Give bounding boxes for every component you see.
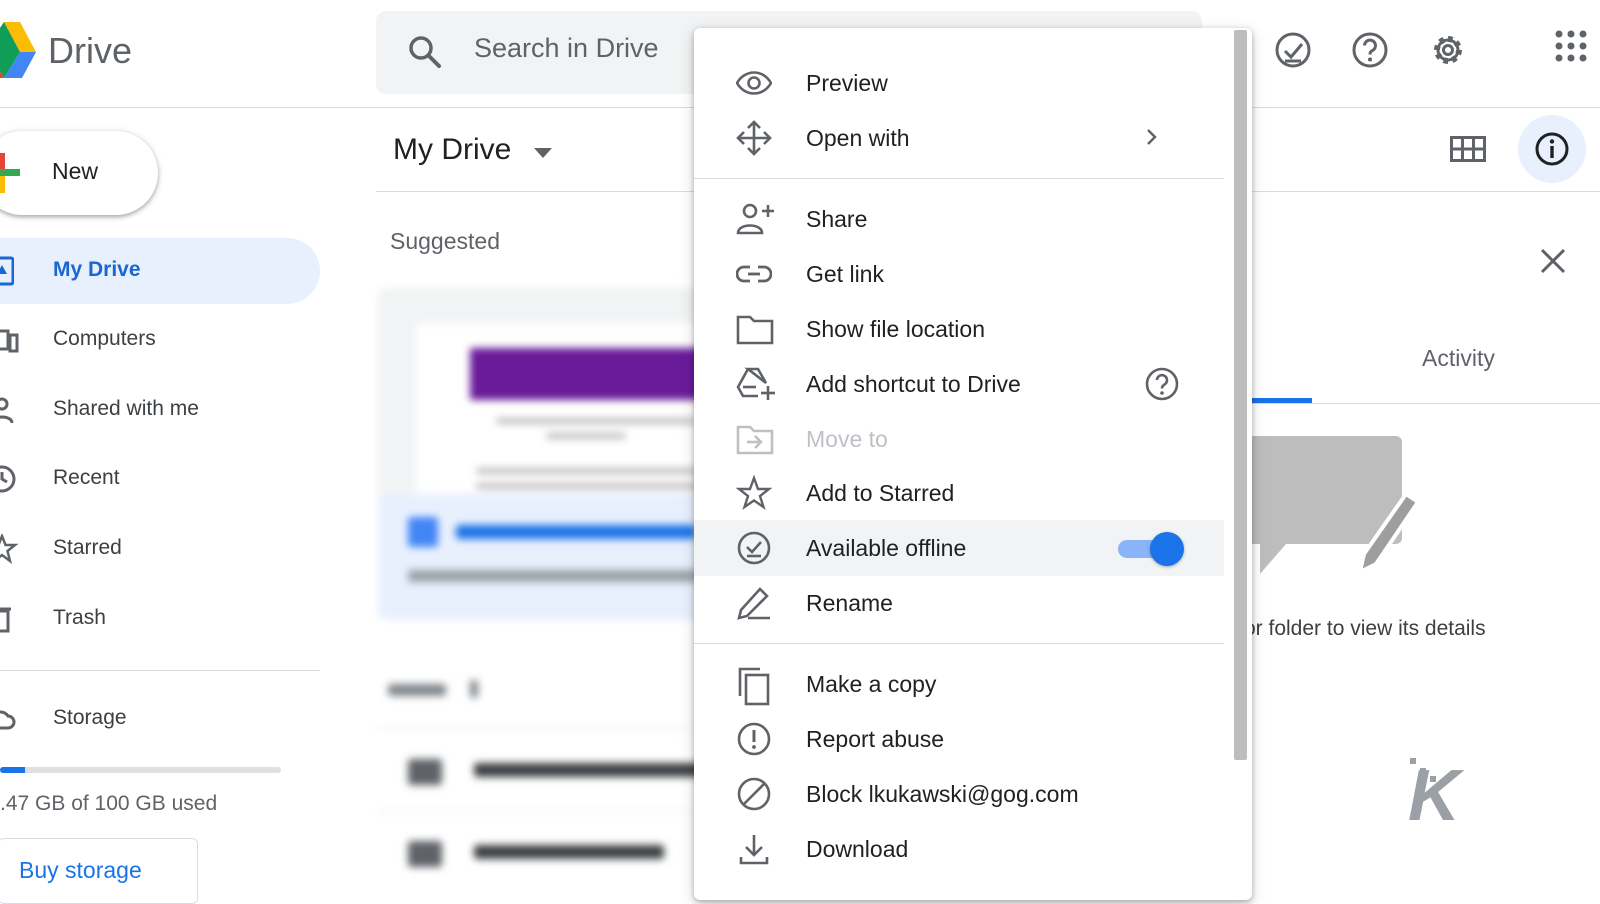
move-to-folder-icon [736, 421, 774, 457]
link-icon [736, 256, 772, 292]
file-thumbnail [416, 323, 708, 493]
chevron-down-icon[interactable] [534, 148, 552, 158]
sidebar-item-storage[interactable]: Storage [0, 686, 320, 752]
tabs-divider [1240, 403, 1600, 404]
person-add-icon [736, 201, 776, 237]
menu-item-make-a-copy[interactable]: Make a copy [694, 656, 1224, 712]
list-item[interactable] [378, 728, 708, 810]
block-icon [736, 776, 772, 812]
folder-icon [408, 841, 442, 867]
alert-icon [736, 721, 772, 757]
menu-item-block-user[interactable]: Block lkukawski@gog.com [694, 766, 1224, 822]
drive-logo-icon[interactable] [0, 22, 36, 78]
trash-icon [0, 604, 20, 634]
menu-item-available-offline[interactable]: Available offline [694, 520, 1224, 576]
sidebar-item-computers[interactable]: Computers [0, 307, 320, 373]
help-icon[interactable] [1144, 366, 1180, 402]
app-title[interactable]: Drive [48, 30, 132, 72]
storage-progress-bar [0, 767, 281, 773]
list-item[interactable] [378, 810, 708, 892]
settings-icon[interactable] [1428, 30, 1468, 70]
copy-icon [736, 666, 772, 706]
star-icon [736, 475, 772, 511]
new-button[interactable]: New [0, 131, 158, 215]
storage-progress-fill [0, 767, 25, 773]
toggle-knob [1150, 532, 1184, 566]
details-button[interactable] [1518, 115, 1586, 183]
sidebar-item-label: Shared with me [53, 397, 199, 421]
menu-item-add-shortcut[interactable]: Add shortcut to Drive [694, 356, 1224, 412]
menu-item-show-file-location[interactable]: Show file location [694, 301, 1224, 357]
sidebar-item-label: Trash [53, 606, 106, 630]
sidebar-item-label: Recent [53, 466, 120, 490]
sidebar-item-label: My Drive [53, 258, 141, 282]
details-empty-hint: or folder to view its details [1244, 617, 1486, 641]
close-icon[interactable] [1540, 248, 1566, 274]
sidebar-item-starred[interactable]: Starred [0, 516, 320, 582]
comment-pencil-illustration [1248, 436, 1438, 586]
offline-ready-icon[interactable] [1273, 30, 1313, 70]
grid-view-icon[interactable] [1450, 136, 1486, 162]
eye-icon [736, 65, 772, 101]
menu-divider [694, 643, 1224, 644]
sidebar-item-recent[interactable]: Recent [0, 446, 320, 512]
sidebar-item-label: Computers [53, 327, 156, 351]
computers-icon [0, 325, 20, 355]
menu-divider [694, 178, 1224, 179]
context-menu: Preview Open with Share Get link Sho [694, 28, 1252, 900]
menu-item-open-with[interactable]: Open with [694, 110, 1224, 166]
my-drive-icon [0, 256, 14, 286]
sidebar-item-trash[interactable]: Trash [0, 586, 320, 652]
menu-item-download[interactable]: Download [694, 821, 1224, 877]
document-icon [408, 517, 438, 547]
shared-icon [0, 395, 20, 425]
sidebar-item-label: Storage [53, 706, 127, 730]
menu-item-add-to-starred[interactable]: Add to Starred [694, 465, 1224, 521]
suggested-file-card[interactable] [378, 288, 708, 620]
sidebar-divider [0, 670, 320, 671]
folder-icon [736, 311, 774, 347]
folder-icon [408, 759, 442, 785]
buy-storage-button[interactable]: Buy storage [0, 838, 198, 904]
file-card-footer [378, 495, 708, 620]
suggested-heading: Suggested [390, 228, 500, 255]
tab-activity[interactable]: Activity [1422, 345, 1495, 372]
sidebar-item-shared-with-me[interactable]: Shared with me [0, 377, 320, 443]
menu-scrollbar[interactable] [1234, 30, 1247, 760]
download-icon [736, 831, 772, 867]
search-icon[interactable] [408, 35, 442, 69]
menu-item-share[interactable]: Share [694, 191, 1224, 247]
cloud-icon [0, 704, 20, 734]
page-title[interactable]: My Drive [393, 133, 511, 167]
help-icon[interactable] [1350, 30, 1390, 70]
info-icon [1534, 131, 1570, 167]
chevron-right-icon [1146, 128, 1158, 146]
star-icon [0, 534, 20, 564]
thumbnail-banner [470, 348, 708, 400]
menu-item-preview[interactable]: Preview [694, 55, 1224, 111]
menu-item-report-abuse[interactable]: Report abuse [694, 711, 1224, 767]
offline-check-icon [736, 530, 772, 566]
drive-shortcut-icon [736, 366, 776, 402]
plus-icon [0, 153, 20, 193]
new-button-label: New [52, 158, 98, 185]
sidebar-item-label: Starred [53, 536, 122, 560]
apps-grid-icon[interactable] [1555, 30, 1587, 62]
watermark-logo: K [1408, 755, 1460, 837]
menu-item-get-link[interactable]: Get link [694, 246, 1224, 302]
sidebar-item-my-drive[interactable]: My Drive [0, 238, 320, 304]
menu-item-move-to: Move to [694, 411, 1224, 467]
clock-icon [0, 464, 20, 494]
move-arrows-icon [736, 120, 772, 156]
storage-used-text: .47 GB of 100 GB used [0, 792, 217, 816]
menu-item-rename[interactable]: Rename [694, 575, 1224, 631]
offline-toggle[interactable] [1118, 532, 1184, 564]
pencil-icon [736, 585, 772, 621]
